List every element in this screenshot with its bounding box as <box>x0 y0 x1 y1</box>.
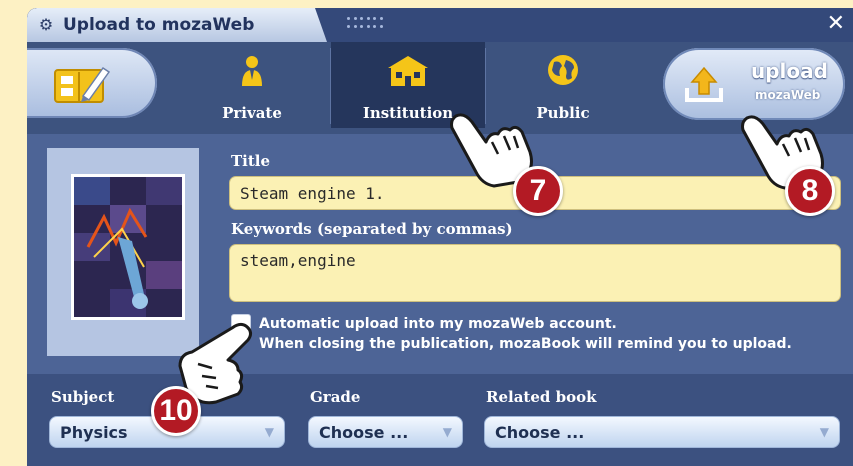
title-bar[interactable]: ⚙ Upload to mozaWeb ✕ <box>27 8 853 42</box>
title-label: Title <box>231 152 271 170</box>
keywords-value: steam,engine <box>240 251 356 270</box>
keywords-field[interactable]: steam,engine <box>229 244 841 302</box>
cover-artwork <box>74 177 182 317</box>
related-book-label: Related book <box>486 388 597 406</box>
toolbar: Private Institution Public upload mozaWe… <box>27 42 853 134</box>
subject-label: Subject <box>51 388 115 406</box>
chevron-down-icon: ▼ <box>264 425 274 439</box>
grade-value: Choose ... <box>319 423 409 442</box>
person-icon <box>242 56 262 86</box>
globe-icon <box>548 55 578 85</box>
tab-private[interactable]: Private <box>175 42 329 128</box>
keywords-label: Keywords (separated by commas) <box>231 220 513 238</box>
callout-badge: 7 <box>513 166 563 216</box>
grade-label: Grade <box>310 388 361 406</box>
book-pen-icon <box>54 66 111 103</box>
upload-dialog: ⚙ Upload to mozaWeb ✕ Private Institutio… <box>27 8 853 466</box>
auto-upload-line1: Automatic upload into my mozaWeb account… <box>259 316 617 332</box>
metadata-bar: Subject Physics ▼ Grade Choose ... ▼ Rel… <box>27 374 853 466</box>
auto-upload-line2: When closing the publication, mozaBook w… <box>259 336 792 352</box>
upload-sublabel: mozaWeb <box>755 88 821 102</box>
upload-label: upload <box>751 59 828 83</box>
chevron-down-icon: ▼ <box>442 425 452 439</box>
callout-badge: 8 <box>785 166 835 216</box>
tab-private-label: Private <box>222 104 282 122</box>
grade-select[interactable]: Choose ... ▼ <box>308 416 463 448</box>
chevron-down-icon: ▼ <box>819 425 829 439</box>
related-book-value: Choose ... <box>495 423 585 442</box>
subject-value: Physics <box>60 423 128 442</box>
close-icon[interactable]: ✕ <box>827 11 845 36</box>
upload-icon <box>685 66 723 102</box>
related-book-select[interactable]: Choose ... ▼ <box>484 416 840 448</box>
drag-handle[interactable] <box>347 17 383 31</box>
gear-icon: ⚙ <box>38 15 54 34</box>
callout-badge: 10 <box>151 386 201 436</box>
building-icon <box>388 56 428 86</box>
title-value: Steam engine 1. <box>240 184 385 203</box>
title-tab: ⚙ Upload to mozaWeb <box>27 8 327 42</box>
auto-upload-label[interactable]: Automatic upload into my mozaWeb account… <box>259 314 792 354</box>
mozabook-logo-button[interactable] <box>27 48 157 118</box>
dialog-title: Upload to mozaWeb <box>63 15 255 35</box>
book-cover-image <box>71 174 185 320</box>
